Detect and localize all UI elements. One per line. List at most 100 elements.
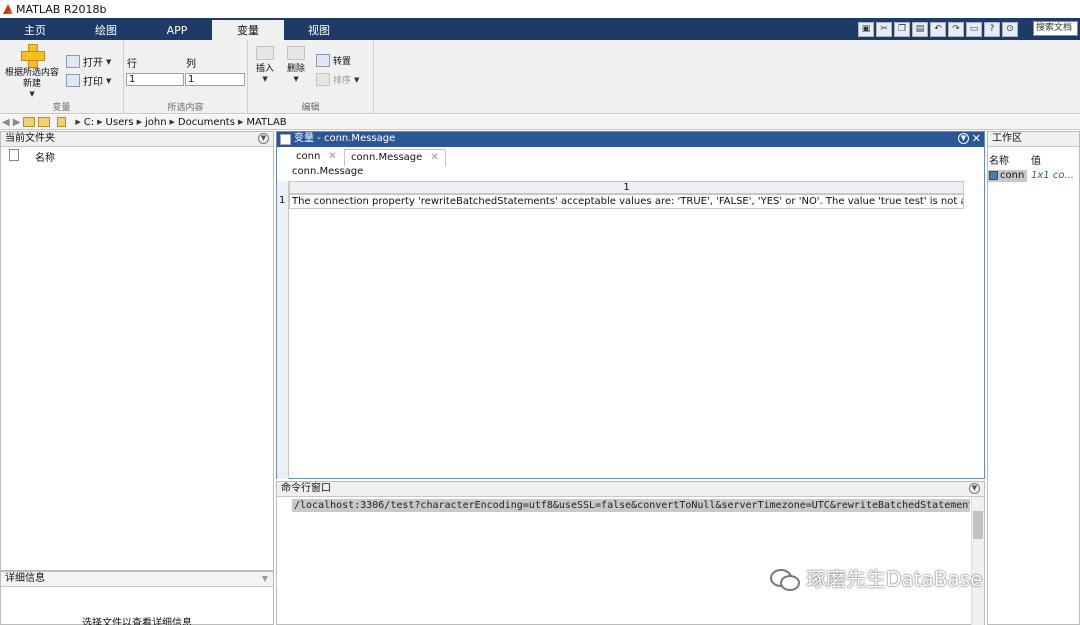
variable-editor-header: 变量 - conn.Message ▼ ✕ bbox=[277, 132, 984, 147]
tab-home[interactable]: 主页 bbox=[0, 20, 70, 40]
current-folder-title: 当前文件夹 bbox=[5, 133, 55, 144]
breadcrumb-item[interactable]: Users bbox=[106, 117, 134, 128]
root-folder-icon[interactable] bbox=[57, 117, 67, 127]
tab-plots[interactable]: 绘图 bbox=[70, 20, 142, 40]
chevron-down-icon: ▼ bbox=[106, 76, 112, 85]
browse-folder-icon[interactable] bbox=[38, 117, 51, 127]
column-header[interactable]: 1 bbox=[289, 181, 964, 194]
transpose-button[interactable]: 转置 bbox=[316, 54, 351, 67]
scrollbar-thumb[interactable] bbox=[973, 511, 983, 539]
command-output-line[interactable]: /localhost:3306/test?characterEncoding=u… bbox=[292, 499, 970, 512]
search-documentation-input[interactable]: 搜索文档 bbox=[1033, 21, 1078, 36]
open-button[interactable]: 打开 ▼ bbox=[66, 54, 111, 69]
new-from-selection-button[interactable]: 根据所选内容 新建 ▼ bbox=[5, 44, 59, 98]
chevron-down-icon: ▼ bbox=[354, 75, 360, 84]
editor-tab-label: conn.Message bbox=[351, 152, 423, 163]
matlab-window: MATLAB R2018b 主页 绘图 APP 变量 视图 ▣ ✂ ❐ ▤ ↶ … bbox=[0, 0, 1080, 625]
breadcrumb-item[interactable]: john bbox=[145, 117, 167, 128]
close-tab-icon[interactable]: ✕ bbox=[328, 151, 336, 162]
print-label: 打印 bbox=[83, 77, 103, 88]
tab-view[interactable]: 视图 bbox=[284, 20, 354, 40]
workspace-row[interactable]: conn 1x1 co... bbox=[988, 169, 1080, 183]
row-field[interactable]: 1 bbox=[126, 73, 184, 86]
workspace-name-header[interactable]: 名称 bbox=[989, 152, 1009, 167]
editor-tab-label: conn bbox=[296, 151, 321, 162]
switch-windows-icon[interactable]: ▭ bbox=[966, 21, 982, 37]
panel-menu-icon[interactable]: ▼ bbox=[969, 483, 980, 494]
sort-label: 排序 bbox=[333, 76, 352, 86]
paste-icon[interactable]: ▤ bbox=[912, 21, 928, 37]
command-window-header: 命令行窗口 ▼ bbox=[277, 482, 984, 497]
settings-icon[interactable]: ⊙ bbox=[1002, 21, 1018, 37]
table-cell[interactable]: The connection property 'rewriteBatchedS… bbox=[289, 194, 964, 209]
print-button[interactable]: 打印 ▼ bbox=[66, 73, 111, 88]
up-folder-icon[interactable] bbox=[23, 117, 36, 127]
copy-icon[interactable]: ❐ bbox=[894, 21, 910, 37]
quick-access-toolbar: ▣ ✂ ❐ ▤ ↶ ↷ ▭ ? ⊙ bbox=[858, 21, 1018, 37]
insert-button[interactable]: 插入 ▼ bbox=[256, 46, 274, 83]
delete-label: 删除 bbox=[287, 64, 306, 74]
chevron-down-icon: ▼ bbox=[106, 57, 112, 66]
variable-editor-title: 变量 - conn.Message bbox=[294, 133, 396, 144]
command-window-panel: 命令行窗口 ▼ /localhost:3306/test?characterEn… bbox=[276, 481, 985, 625]
details-panel: 详细信息 ▼ 选择文件以查看详细信息 bbox=[0, 571, 274, 625]
insert-label: 插入 bbox=[256, 64, 275, 74]
matlab-logo-icon bbox=[3, 4, 13, 14]
close-tab-icon[interactable]: ✕ bbox=[430, 152, 438, 163]
group-label-edit: 编辑 bbox=[301, 103, 320, 113]
wechat-icon bbox=[770, 567, 800, 591]
row-header[interactable]: 1 bbox=[279, 195, 285, 206]
window-title: MATLAB R2018b bbox=[16, 2, 107, 16]
workspace-variable-value: 1x1 co... bbox=[1031, 170, 1074, 181]
workspace-value-header[interactable]: 值 bbox=[1031, 152, 1041, 167]
insert-icon bbox=[256, 46, 274, 60]
address-bar: ◀ ▶ ▶ C: ▶ Users ▶ john ▶ Documents ▶ MA… bbox=[0, 115, 1080, 130]
help-icon[interactable]: ? bbox=[984, 21, 1000, 37]
sort-button[interactable]: 排序 ▼ bbox=[316, 73, 359, 86]
column-field[interactable]: 1 bbox=[185, 73, 245, 86]
close-icon[interactable]: ✕ bbox=[972, 132, 981, 146]
transpose-label: 转置 bbox=[333, 57, 352, 67]
delete-button[interactable]: 删除 ▼ bbox=[287, 46, 305, 83]
breadcrumb-item[interactable]: Documents bbox=[178, 117, 235, 128]
editor-tab-conn-message[interactable]: conn.Message ✕ bbox=[344, 149, 446, 166]
current-folder-header: 当前文件夹 ▼ bbox=[1, 132, 273, 147]
chevron-down-icon: ▼ bbox=[293, 75, 299, 83]
back-arrow-icon[interactable]: ◀ bbox=[2, 117, 10, 128]
ribbon-tab-strip: 主页 绘图 APP 变量 视图 ▣ ✂ ❐ ▤ ↶ ↷ ▭ ? ⊙ 搜索文档 bbox=[0, 18, 1080, 40]
ribbon-group-variable: 根据所选内容 新建 ▼ 打开 ▼ 打印 ▼ 变量 bbox=[0, 40, 124, 114]
save-icon[interactable]: ▣ bbox=[858, 21, 874, 37]
cut-icon[interactable]: ✂ bbox=[876, 21, 892, 37]
group-label-variable: 变量 bbox=[52, 103, 71, 113]
path-separator-icon: ▶ bbox=[169, 118, 175, 126]
new-from-selection-label: 根据所选内容 新建 bbox=[5, 68, 60, 89]
group-label-selection: 所选内容 bbox=[167, 103, 204, 113]
details-header: 详细信息 ▼ bbox=[1, 572, 273, 587]
breadcrumb-item[interactable]: C: bbox=[84, 117, 94, 128]
current-folder-panel: 当前文件夹 ▼ 名称 bbox=[0, 131, 274, 571]
variable-editor-panel: 变量 - conn.Message ▼ ✕ conn ✕ conn.Message… bbox=[276, 131, 985, 479]
file-type-icon bbox=[9, 149, 19, 161]
workspace-title: 工作区 bbox=[992, 133, 1022, 144]
ribbon-group-selection: 行 列 1 1 所选内容 bbox=[124, 40, 248, 114]
workspace-header: 工作区 bbox=[988, 132, 1079, 147]
undo-icon[interactable]: ↶ bbox=[930, 21, 946, 37]
details-message: 选择文件以查看详细信息 bbox=[82, 618, 192, 625]
panel-menu-icon[interactable]: ▼ bbox=[958, 133, 969, 144]
forward-arrow-icon[interactable]: ▶ bbox=[13, 117, 21, 128]
open-label: 打开 bbox=[83, 58, 103, 69]
command-window-title: 命令行窗口 bbox=[281, 483, 331, 494]
column-label: 列 bbox=[186, 59, 196, 70]
tab-variable[interactable]: 变量 bbox=[212, 20, 284, 40]
tab-apps[interactable]: APP bbox=[142, 20, 212, 40]
redo-icon[interactable]: ↷ bbox=[948, 21, 964, 37]
editor-tab-conn[interactable]: conn ✕ bbox=[290, 149, 343, 166]
panel-menu-icon[interactable]: ▼ bbox=[258, 133, 269, 144]
command-window-scrollbar[interactable] bbox=[971, 497, 984, 625]
name-column-header[interactable]: 名称 bbox=[35, 149, 55, 164]
collapse-icon[interactable]: ▼ bbox=[262, 572, 268, 586]
path-separator-icon: ▶ bbox=[237, 118, 244, 126]
breadcrumb-item[interactable]: MATLAB bbox=[246, 117, 286, 128]
sort-icon bbox=[316, 73, 330, 86]
path-separator-icon: ▶ bbox=[136, 118, 142, 126]
